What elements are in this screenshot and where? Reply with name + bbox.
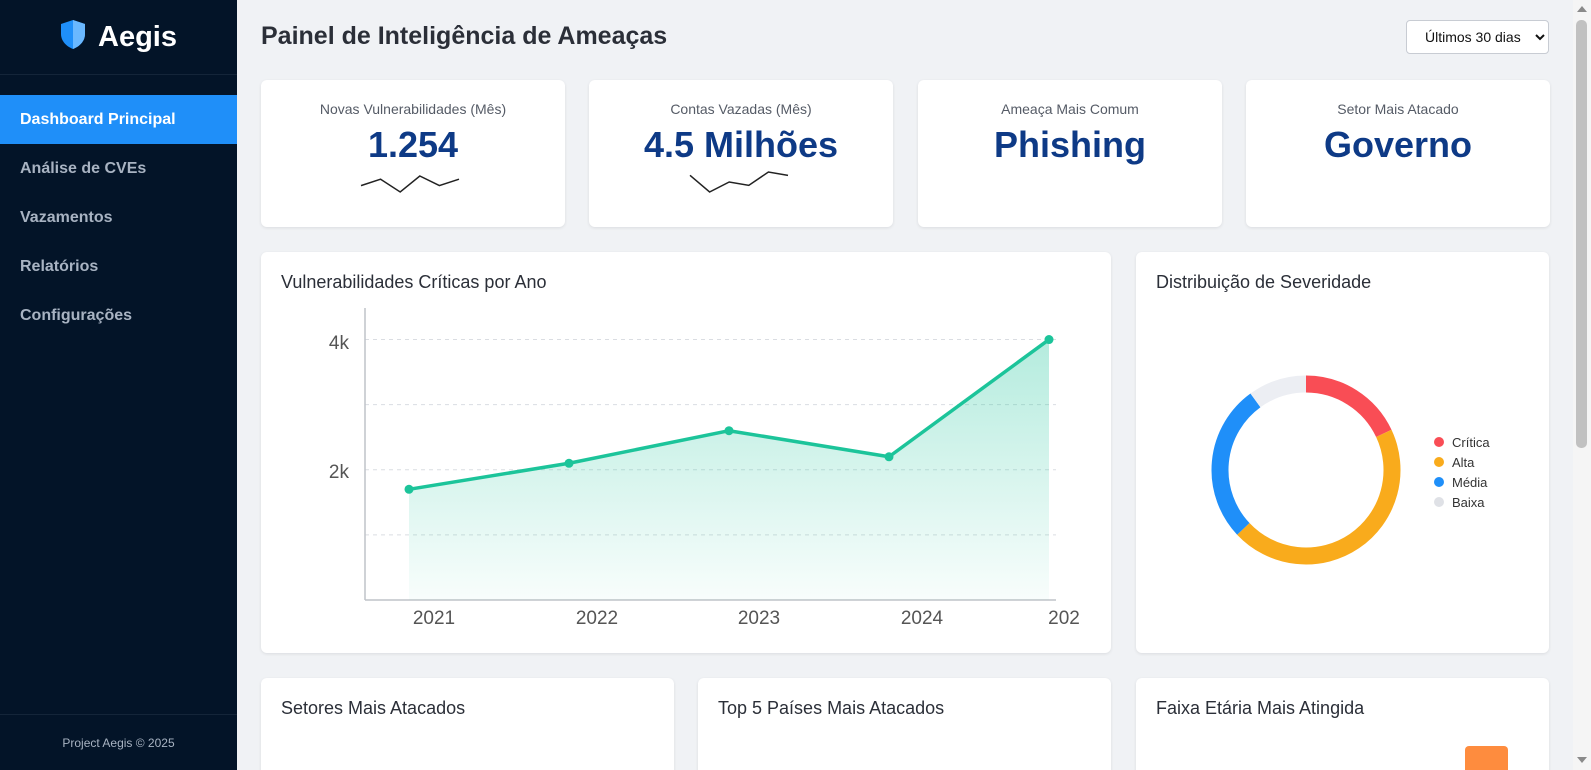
age-group-card: Faixa Etária Mais Atingida xyxy=(1136,678,1549,770)
kpi-sparkline-2 xyxy=(689,171,789,193)
x-tick-label: 2024 xyxy=(901,608,944,629)
x-tick-label: 2022 xyxy=(576,608,618,629)
critical-vulns-chart-card: Vulnerabilidades Críticas por Ano 4k 2k … xyxy=(261,252,1111,653)
area-fill xyxy=(409,339,1049,600)
kpi-label: Novas Vulnerabilidades (Mês) xyxy=(319,101,507,117)
x-tick-label: 202 xyxy=(1048,608,1080,629)
sidebar-footer: Project Aegis © 2025 xyxy=(0,714,237,770)
kpi-value: Governo xyxy=(1323,124,1473,165)
top-countries-card: Top 5 Países Mais Atacados xyxy=(698,678,1111,770)
data-point[interactable] xyxy=(724,426,734,436)
card-title: Faixa Etária Mais Atingida xyxy=(1156,698,1365,718)
sidebar-item-reports[interactable]: Relatórios xyxy=(0,242,237,291)
period-select[interactable]: Últimos 30 dias xyxy=(1406,20,1549,54)
card-title: Setores Mais Atacados xyxy=(281,698,466,718)
page-title: Painel de Inteligência de Ameaças xyxy=(261,22,668,50)
legend-swatch xyxy=(1434,457,1444,467)
sidebar: Aegis Dashboard Principal Análise de CVE… xyxy=(0,0,237,770)
legend-item: Baixa xyxy=(1434,492,1490,512)
donut-slice-2[interactable] xyxy=(1237,429,1401,565)
main-content: Painel de Inteligência de Ameaças Último… xyxy=(237,0,1573,770)
kpi-value: 4.5 Milhões xyxy=(643,124,839,165)
kpi-label: Contas Vazadas (Mês) xyxy=(670,101,812,117)
legend-item: Alta xyxy=(1434,452,1490,472)
legend-label: Alta xyxy=(1452,454,1475,470)
legend-label: Média xyxy=(1452,474,1488,490)
kpi-value: 1.254 xyxy=(367,124,459,165)
card-title: Top 5 Países Mais Atacados xyxy=(718,698,945,718)
legend-label: Baixa xyxy=(1452,494,1485,510)
legend-swatch xyxy=(1434,497,1444,507)
x-tick-label: 2021 xyxy=(413,608,455,629)
sidebar-nav: Dashboard Principal Análise de CVEs Vaza… xyxy=(0,95,237,340)
kpi-sparkline-1 xyxy=(360,175,460,193)
kpi-card-leaked-accounts: Contas Vazadas (Mês) 4.5 Milhões xyxy=(589,80,893,227)
kpi-card-top-sector: Setor Mais Atacado Governo xyxy=(1246,80,1550,227)
data-point[interactable] xyxy=(1044,335,1054,345)
donut-slice-1[interactable] xyxy=(1305,375,1392,438)
shield-icon xyxy=(60,19,86,55)
kpi-label: Ameaça Mais Comum xyxy=(1001,101,1139,117)
sidebar-item-leaks[interactable]: Vazamentos xyxy=(0,193,237,242)
critical-vulns-chart: 4k 2k 2021 2022 2023 2024 202 xyxy=(329,308,1080,629)
donut-slice-3[interactable] xyxy=(1211,393,1261,535)
scrollbar-thumb[interactable] xyxy=(1576,20,1587,448)
legend-swatch xyxy=(1434,477,1444,487)
sidebar-item-dashboard[interactable]: Dashboard Principal xyxy=(0,95,237,144)
x-tick-label: 2023 xyxy=(738,608,780,629)
sidebar-item-settings[interactable]: Configurações xyxy=(0,291,237,340)
y-tick-label: 2k xyxy=(329,462,350,483)
legend-item: Média xyxy=(1434,472,1490,492)
donut-legend: Crítica Alta Média Baixa xyxy=(1434,432,1490,512)
scroll-down-arrow[interactable] xyxy=(1577,757,1587,763)
kpi-card-common-threat: Ameaça Mais Comum Phishing xyxy=(918,80,1222,227)
age-bar xyxy=(1465,746,1508,770)
brand: Aegis xyxy=(0,0,237,75)
scroll-up-arrow[interactable] xyxy=(1577,6,1587,12)
donut-slice-4[interactable] xyxy=(1250,375,1307,408)
severity-distribution-card: Distribuição de Severidade Crítica Alta … xyxy=(1136,252,1549,653)
data-point[interactable] xyxy=(404,484,414,494)
chart-title: Distribuição de Severidade xyxy=(1156,272,1372,292)
data-point[interactable] xyxy=(564,458,574,468)
legend-item: Crítica xyxy=(1434,432,1490,452)
kpi-label: Setor Mais Atacado xyxy=(1337,101,1459,117)
brand-name: Aegis xyxy=(98,20,177,53)
legend-label: Crítica xyxy=(1452,434,1490,450)
severity-donut-chart xyxy=(1211,375,1401,565)
kpi-card-new-vulnerabilities: Novas Vulnerabilidades (Mês) 1.254 xyxy=(261,80,565,227)
sidebar-item-cve-analysis[interactable]: Análise de CVEs xyxy=(0,144,237,193)
y-tick-label: 4k xyxy=(329,333,350,354)
top-sectors-card: Setores Mais Atacados xyxy=(261,678,674,770)
data-point[interactable] xyxy=(884,452,894,462)
legend-swatch xyxy=(1434,437,1444,447)
kpi-value: Phishing xyxy=(994,124,1146,165)
